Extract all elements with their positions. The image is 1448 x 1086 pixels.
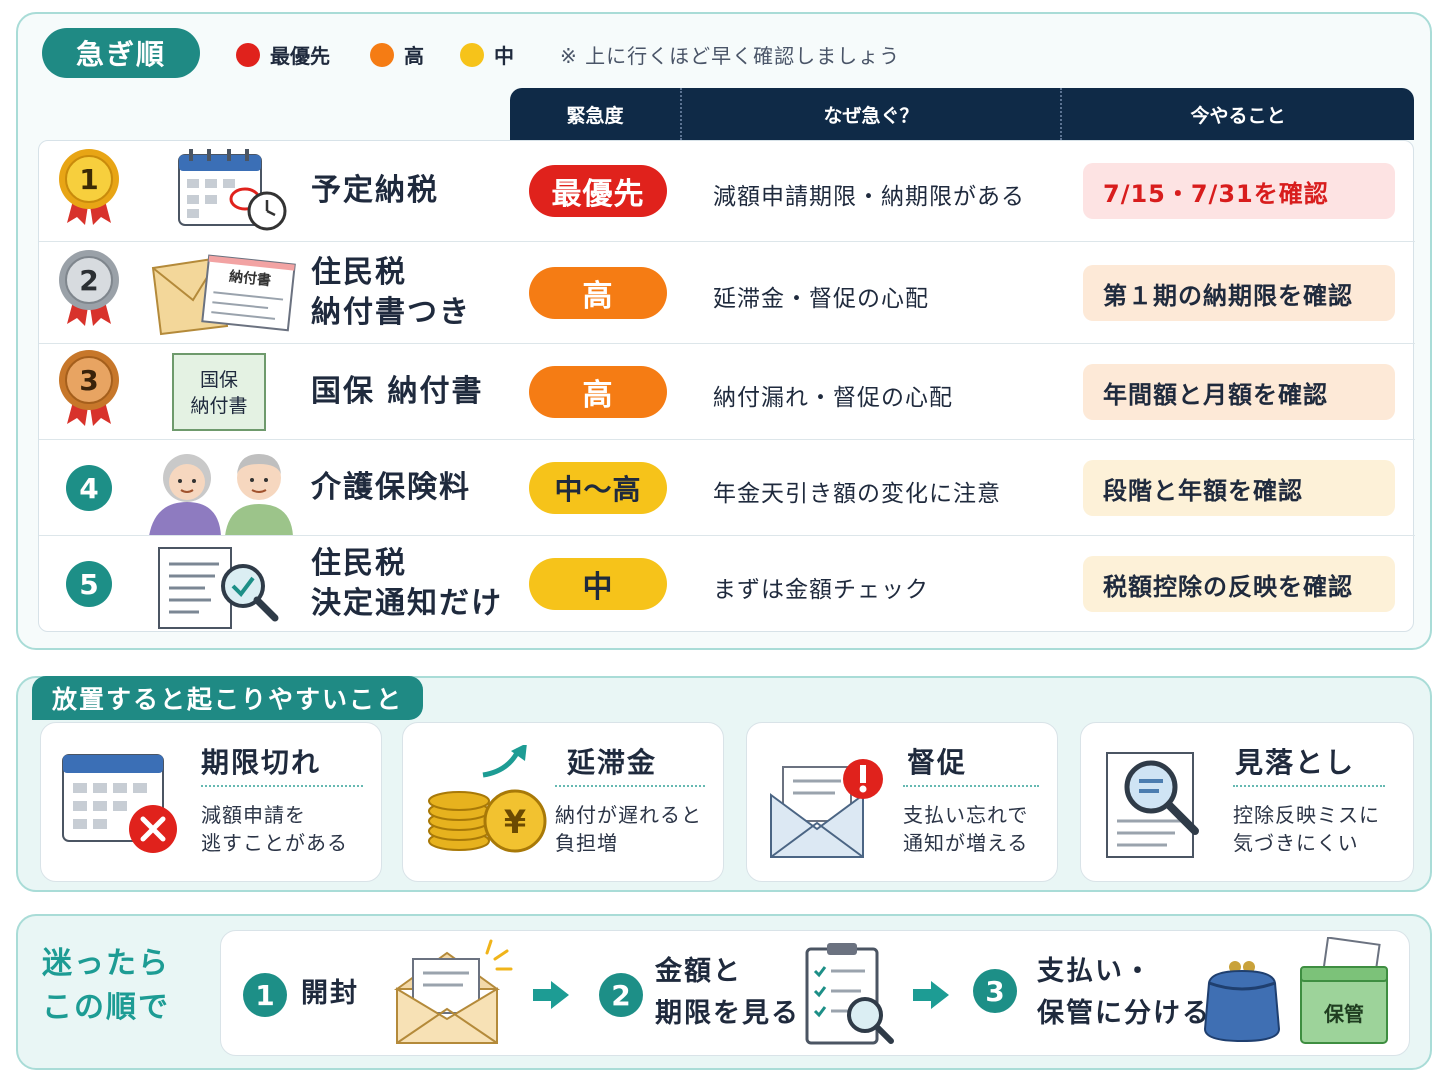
- action-box: 段階と年額を確認: [1083, 460, 1395, 516]
- insurance-slip-icon: 国保 納付書: [149, 350, 299, 442]
- medal-number: 1: [79, 163, 98, 196]
- yellow-dot-icon: [460, 42, 484, 67]
- steps-title: 迷ったら この順で: [42, 946, 170, 1025]
- gold-medal-icon: 1: [55, 149, 123, 225]
- step-label: 開封: [301, 978, 359, 1009]
- step-label: 金額と 期限を見る: [655, 956, 800, 1029]
- open-envelope-icon: [391, 939, 521, 1049]
- risk-description: 減額申請を 逃すことがある: [201, 803, 348, 855]
- silver-medal-icon: 2: [55, 250, 123, 326]
- item-label: 予定納税: [311, 173, 439, 208]
- risk-title: 督促: [907, 746, 968, 779]
- table-row: 1 予定納税 最優先 減額申請期限・納期限がある 7/15・7/31を確認: [39, 141, 1415, 241]
- calendar-cross-icon: [57, 745, 187, 863]
- legend-label: 最優先: [270, 44, 330, 68]
- urgency-badge: 高: [529, 366, 667, 418]
- column-action: 今やること: [1060, 88, 1414, 140]
- urgency-badge: 中～高: [529, 462, 667, 514]
- coins-yen-icon: ¥: [419, 743, 549, 863]
- rank-4: 4: [55, 454, 123, 522]
- reason-text: 減額申請期限・納期限がある: [713, 184, 1025, 210]
- envelope-alert-icon: [763, 745, 893, 863]
- urgency-badge: 中: [529, 558, 667, 610]
- dotted-divider: [555, 785, 705, 787]
- action-box: 年間額と月額を確認: [1083, 364, 1395, 420]
- svg-text:国保: 国保: [200, 369, 238, 391]
- arrow-right-icon: [533, 981, 569, 1009]
- risk-card: 見落とし 控除反映ミスに 気づきにくい: [1080, 722, 1414, 882]
- step-number: 1: [243, 973, 287, 1017]
- reason-text: まずは金額チェック: [713, 577, 929, 603]
- item-label: 住民税 決定通知だけ: [311, 546, 503, 621]
- document-magnifier-icon: [149, 542, 299, 634]
- red-dot-icon: [236, 42, 260, 67]
- table-row: 4 介護保険料 中～高 年金天引き額の変化に注意 段階と年額を確認: [39, 439, 1415, 536]
- calendar-clock-icon: [149, 145, 299, 237]
- dotted-divider: [201, 785, 363, 787]
- risk-card: ¥ 延滞金 納付が遅れると 負担増: [402, 722, 724, 882]
- orange-dot-icon: [370, 42, 394, 67]
- step-number: 2: [599, 973, 643, 1017]
- risk-title: 見落とし: [1235, 746, 1356, 779]
- priority-panel: 急ぎ順 最優先 高 中 ※ 上に行くほど早く確認しましょう 緊急度 なぜ急ぐ？ …: [16, 12, 1432, 650]
- risk-title: 延滞金: [567, 746, 658, 779]
- action-box: 税額控除の反映を確認: [1083, 556, 1395, 612]
- legend-medium: 中: [460, 40, 514, 69]
- action-box: 第１期の納期限を確認: [1083, 265, 1395, 321]
- envelope-bill-icon: 納付書: [149, 248, 299, 340]
- arrow-right-icon: [913, 981, 949, 1009]
- urgency-order-label: 急ぎ順: [42, 28, 200, 78]
- reason-text: 延滞金・督促の心配: [713, 286, 929, 312]
- rank-number: 5: [66, 561, 112, 607]
- rank-5: 5: [55, 550, 123, 618]
- risk-card: 督促 支払い忘れで 通知が増える: [746, 722, 1058, 882]
- step-number: 3: [973, 969, 1017, 1013]
- steps-card: 1 開封 2 金額と 期限を見る 3 支払い・ 保管に分ける 保管: [220, 930, 1410, 1056]
- legend-high: 高: [370, 40, 424, 69]
- elderly-couple-icon: [149, 442, 299, 536]
- medal-number: 3: [79, 364, 98, 397]
- column-reason: なぜ急ぐ？: [680, 88, 1060, 140]
- reason-text: 納付漏れ・督促の心配: [713, 385, 953, 411]
- legend-top-priority: 最優先: [236, 40, 330, 69]
- table-row: 2 納付書 住民税 納付書つき 高 延滞金・督促の心配 第１期の納期限を確認: [39, 241, 1415, 343]
- risk-description: 納付が遅れると 負担増: [555, 803, 702, 855]
- item-label: 住民税 納付書つき: [311, 255, 471, 330]
- item-label: 介護保険料: [311, 470, 471, 505]
- risk-section-title: 放置すると起こりやすいこと: [32, 676, 424, 720]
- svg-text:¥: ¥: [504, 803, 526, 841]
- priority-table: 1 予定納税 最優先 減額申請期限・納期限がある 7/15・7/31を確認 2 …: [38, 140, 1415, 632]
- table-header: 緊急度 なぜ急ぐ？ 今やること: [510, 88, 1414, 140]
- step-label: 支払い・ 保管に分ける: [1037, 956, 1211, 1029]
- risk-title: 期限切れ: [201, 746, 322, 779]
- legend-label: 高: [404, 44, 424, 68]
- urgency-badge: 最優先: [529, 165, 667, 217]
- risk-description: 支払い忘れで 通知が増える: [903, 803, 1029, 855]
- dotted-divider: [903, 785, 1039, 787]
- dotted-divider: [1233, 785, 1385, 787]
- rank-number: 4: [66, 465, 112, 511]
- action-box: 7/15・7/31を確認: [1083, 163, 1395, 219]
- item-label: 国保 納付書: [311, 374, 484, 409]
- legend-note: ※ 上に行くほど早く確認しましょう: [560, 44, 901, 68]
- urgency-badge: 高: [529, 267, 667, 319]
- svg-text:納付書: 納付書: [190, 395, 247, 417]
- checklist-magnifier-icon: [801, 939, 901, 1049]
- medal-number: 2: [79, 264, 98, 297]
- storage-box-icon: 保管: [1295, 936, 1395, 1049]
- purse-icon: [1199, 937, 1299, 1047]
- legend-label: 中: [494, 44, 514, 68]
- table-row: 5 住民税 決定通知だけ 中 まずは金額チェック 税額控除の反映を確認: [39, 535, 1415, 631]
- document-search-icon: [1097, 745, 1227, 863]
- table-row: 3 国保 納付書 国保 納付書 高 納付漏れ・督促の心配 年間額と月額を確認: [39, 343, 1415, 439]
- risk-card: 期限切れ 減額申請を 逃すことがある: [40, 722, 382, 882]
- reason-text: 年金天引き額の変化に注意: [713, 481, 1001, 507]
- risk-panel: 放置すると起こりやすいこと 期限切れ 減額申請を 逃すことがある ¥ 延滞金 納…: [16, 676, 1432, 892]
- steps-panel: 迷ったら この順で 1 開封 2 金額と 期限を見る 3 支払い・ 保管に分ける…: [16, 914, 1432, 1070]
- risk-description: 控除反映ミスに 気づきにくい: [1233, 803, 1380, 855]
- box-label: 保管: [1323, 1002, 1364, 1026]
- column-urgency: 緊急度: [566, 104, 624, 127]
- bronze-medal-icon: 3: [55, 350, 123, 426]
